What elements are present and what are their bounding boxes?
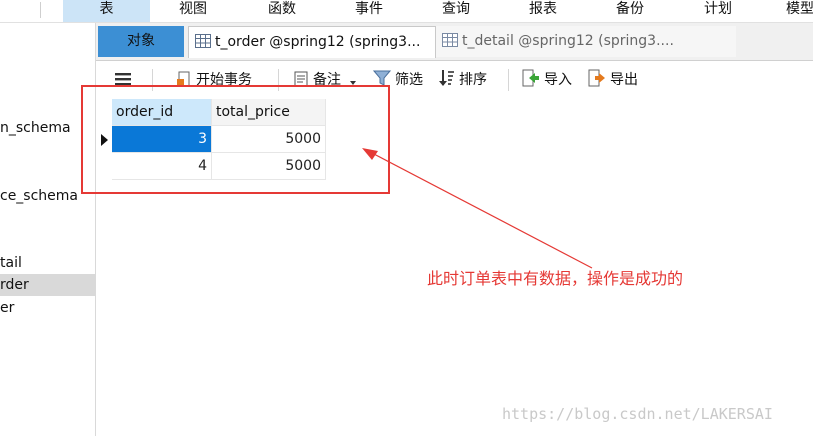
menu-bar: 表 视图 函数 事件 查询 报表 备份 计划 模型 — [0, 0, 813, 23]
sort-icon — [439, 70, 454, 86]
sidebar-item-tail[interactable]: tail — [0, 252, 22, 274]
table-icon — [442, 33, 458, 47]
menu-function[interactable]: 函数 — [250, 0, 314, 22]
menu-table[interactable]: 表 — [63, 0, 150, 22]
tab-t-order[interactable]: t_order @spring12 (spring3... — [188, 26, 436, 58]
menu-report[interactable]: 报表 — [511, 0, 575, 22]
tab-t-detail[interactable]: t_detail @spring12 (spring3.... — [435, 26, 736, 57]
sort-label: 排序 — [459, 72, 487, 88]
menu-query[interactable]: 查询 — [424, 0, 488, 22]
table-icon — [195, 34, 211, 48]
export-icon — [588, 69, 605, 87]
export-button[interactable]: 导出 — [588, 69, 638, 91]
tab-t-detail-label: t_detail @spring12 (spring3.... — [462, 33, 674, 49]
watermark: https://blog.csdn.net/LAKERSAI — [502, 405, 773, 423]
import-icon — [522, 69, 539, 87]
import-label: 导入 — [544, 72, 572, 88]
annotation-text: 此时订单表中有数据，操作是成功的 — [427, 269, 684, 288]
filter-label: 筛选 — [395, 72, 423, 88]
annotation-highlight-box — [81, 85, 390, 194]
sidebar-item-n-schema[interactable]: n_schema — [0, 117, 71, 139]
sort-button[interactable]: 排序 — [439, 69, 487, 91]
export-label: 导出 — [610, 72, 638, 88]
tab-bar: 对象 t_order @spring12 (spring3... t_detai… — [96, 23, 813, 61]
menu-model[interactable]: 模型 — [780, 0, 813, 22]
import-button[interactable]: 导入 — [522, 69, 572, 91]
menu-view[interactable]: 视图 — [160, 0, 226, 22]
sidebar-item-ce-schema[interactable]: ce_schema — [0, 185, 78, 207]
menu-schedule[interactable]: 计划 — [686, 0, 750, 22]
toolbar-divider — [508, 69, 509, 91]
tab-t-order-label: t_order @spring12 (spring3... — [215, 34, 421, 50]
menu-backup[interactable]: 备份 — [598, 0, 662, 22]
menu-event[interactable]: 事件 — [337, 0, 401, 22]
sidebar-item-er[interactable]: er — [0, 297, 14, 319]
sidebar-item-rder[interactable]: rder — [0, 274, 95, 296]
tab-objects[interactable]: 对象 — [98, 26, 184, 57]
menu-divider — [40, 2, 41, 18]
